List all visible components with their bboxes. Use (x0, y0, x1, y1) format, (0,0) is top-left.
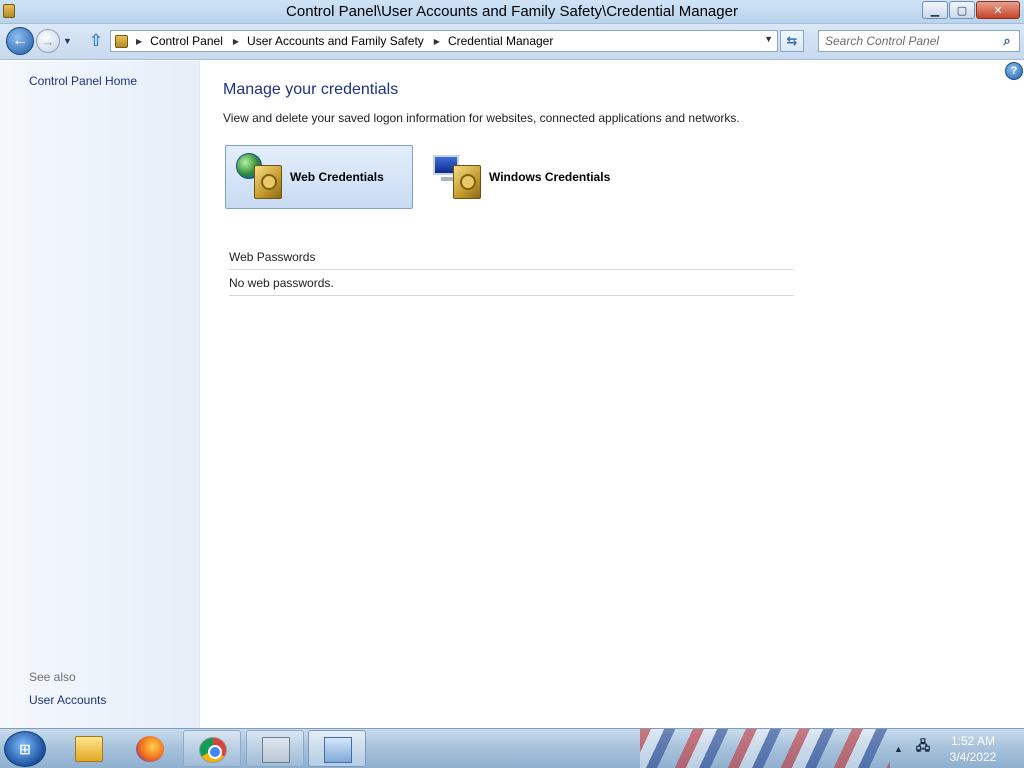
windows-credentials-tile[interactable]: Windows Credentials (425, 145, 615, 209)
chrome-icon (199, 737, 227, 763)
performance-monitor-icon (262, 737, 290, 763)
window-controls: ▁ ▢ ✕ (921, 1, 1020, 19)
chevron-right-icon[interactable]: ▶ (136, 37, 142, 46)
start-button[interactable]: ⊞ (4, 731, 46, 767)
forward-button[interactable]: → (36, 29, 60, 53)
taskbar: ⊞ ▲ 🖧 1:52 AM 3/4/2022 (0, 728, 1024, 768)
arrow-left-icon: ← (12, 32, 28, 49)
windows-credentials-label: Windows Credentials (489, 170, 611, 184)
search-icon[interactable]: ⌕ (999, 33, 1015, 49)
breadcrumb-user-accounts-family-safety[interactable]: User Accounts and Family Safety (247, 34, 424, 48)
chevron-right-icon[interactable]: ▶ (434, 37, 440, 46)
taskbar-item-chrome[interactable] (183, 730, 241, 767)
windows-credentials-icon (433, 151, 485, 203)
web-credentials-tile[interactable]: Web Credentials (225, 145, 413, 209)
page-description: View and delete your saved logon informa… (223, 111, 740, 125)
minimize-icon: ▁ (930, 4, 940, 17)
breadcrumb-control-panel[interactable]: Control Panel (150, 34, 223, 48)
user-accounts-link[interactable]: User Accounts (29, 693, 106, 707)
close-button[interactable]: ✕ (976, 1, 1020, 19)
clock-time[interactable]: 1:52 AM (940, 734, 1006, 748)
search-input[interactable] (825, 33, 995, 49)
arrow-right-icon: → (41, 33, 55, 49)
vault-icon (453, 165, 481, 199)
show-hidden-icons-button[interactable]: ▲ (894, 744, 903, 754)
title-bar: Control Panel\User Accounts and Family S… (0, 0, 1024, 24)
search-box: ⌕ (818, 30, 1020, 52)
maximize-button[interactable]: ▢ (949, 1, 975, 19)
breadcrumb: ▶ Control Panel ▶ User Accounts and Fami… (136, 34, 563, 48)
navigation-bar: ← → ▼ ⇧ ▶ Control Panel ▶ User Accounts … (0, 24, 1024, 60)
control-panel-location-icon (115, 34, 128, 48)
taskbar-item-explorer[interactable] (60, 730, 118, 767)
chevron-right-icon[interactable]: ▶ (233, 37, 239, 46)
folder-icon (75, 736, 103, 762)
web-passwords-empty-text: No web passwords. (229, 276, 334, 290)
maximize-icon: ▢ (956, 4, 968, 17)
address-history-dropdown[interactable]: ▼ (764, 34, 773, 44)
back-button[interactable]: ← (6, 27, 34, 55)
page-title: Manage your credentials (223, 81, 399, 98)
control-panel-home-link[interactable]: Control Panel Home (29, 74, 137, 88)
taskbar-item-firefox[interactable] (121, 730, 179, 767)
network-icon[interactable]: 🖧 (914, 738, 932, 756)
refresh-button[interactable]: ⇆ (780, 30, 804, 52)
left-navigation-pane: Control Panel Home See also User Account… (0, 61, 200, 728)
breadcrumb-credential-manager[interactable]: Credential Manager (448, 34, 553, 48)
arrow-up-icon: ⇧ (88, 31, 104, 50)
divider (229, 295, 794, 296)
web-credentials-icon (234, 151, 286, 203)
refresh-icon: ⇆ (786, 33, 798, 48)
control-panel-icon (324, 737, 352, 763)
taskbar-item-performance-monitor[interactable] (246, 730, 304, 767)
window-title: Control Panel\User Accounts and Family S… (286, 3, 738, 20)
minimize-button[interactable]: ▁ (922, 1, 948, 19)
windows-logo-icon: ⊞ (19, 740, 31, 757)
divider (229, 269, 794, 270)
vault-icon (254, 165, 282, 199)
see-also-label: See also (29, 670, 76, 684)
web-passwords-header: Web Passwords (229, 250, 316, 264)
wallpaper-strip (640, 729, 890, 768)
clock-date[interactable]: 3/4/2022 (940, 750, 1006, 764)
up-button[interactable]: ⇧ (86, 31, 106, 51)
help-button[interactable]: ? (1005, 62, 1023, 80)
help-icon: ? (1010, 65, 1018, 77)
web-credentials-label: Web Credentials (290, 170, 384, 184)
taskbar-item-control-panel[interactable] (308, 730, 366, 767)
recent-pages-dropdown[interactable]: ▼ (63, 36, 72, 46)
address-bar[interactable]: ▶ Control Panel ▶ User Accounts and Fami… (110, 30, 778, 52)
firefox-icon (136, 736, 164, 762)
close-icon: ✕ (993, 4, 1003, 17)
